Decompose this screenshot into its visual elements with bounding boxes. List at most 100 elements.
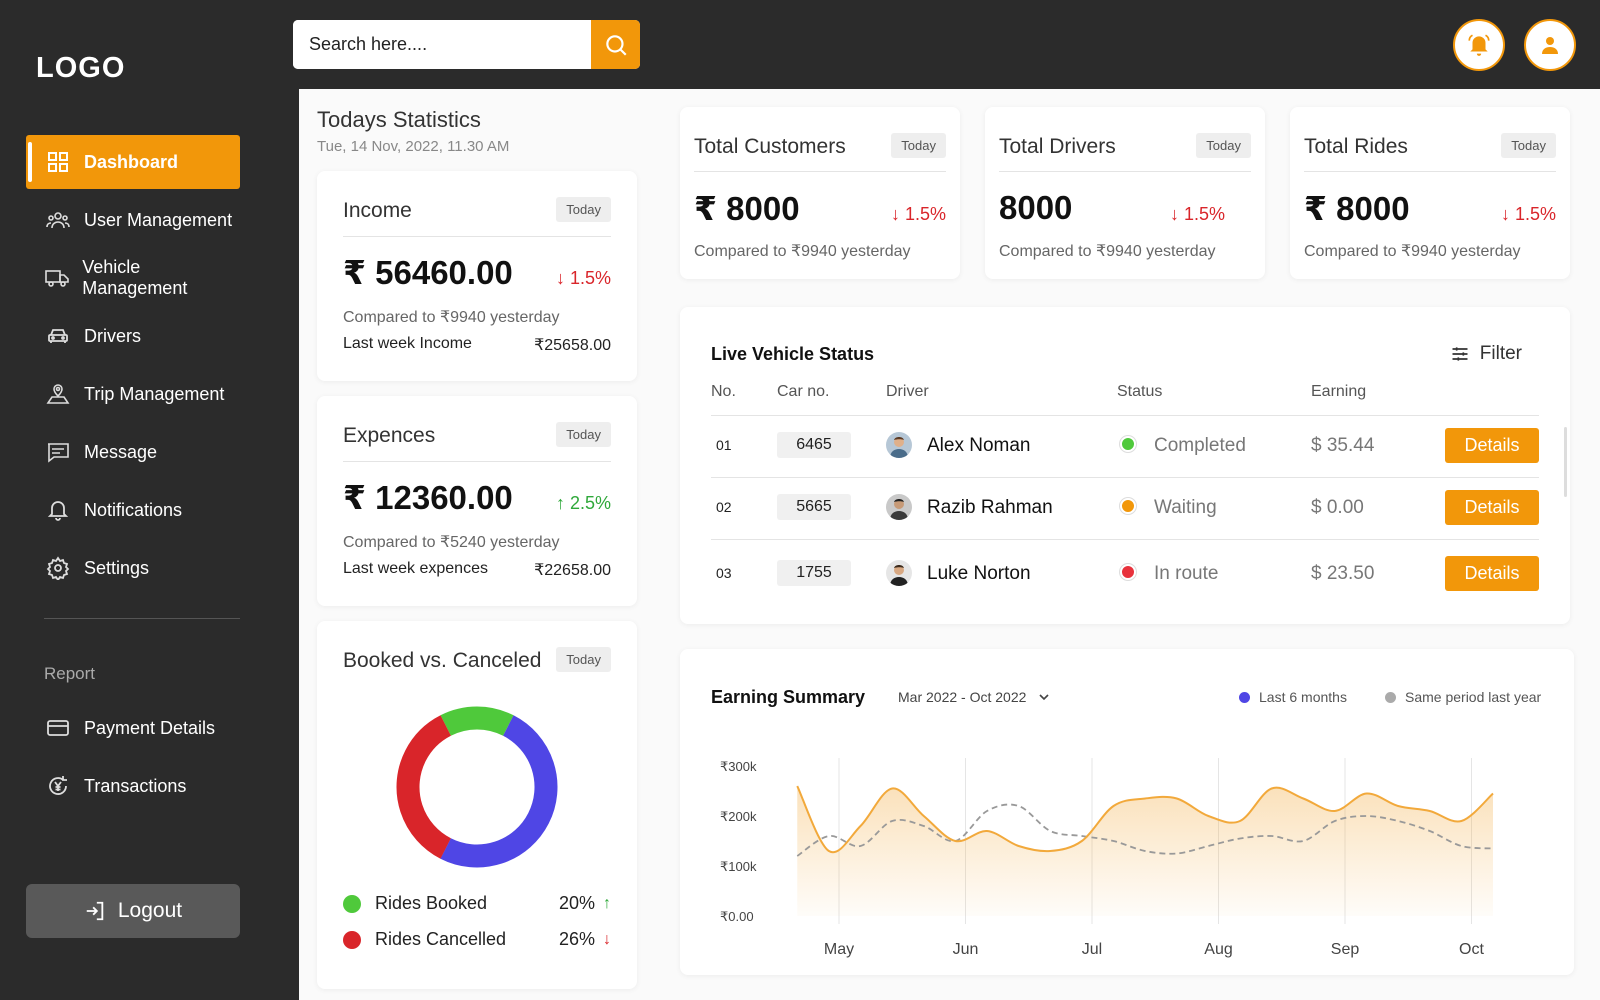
main-content: Todays Statistics Tue, 14 Nov, 2022, 11.… (299, 89, 1600, 1000)
booked-title: Booked vs. Canceled (343, 649, 542, 672)
user-icon (1542, 37, 1558, 54)
users-icon (44, 206, 72, 234)
status-dot (1120, 564, 1136, 580)
search-input[interactable] (293, 20, 591, 69)
kpi-badge: Today (1501, 133, 1556, 158)
x-tick-label: May (824, 941, 854, 958)
sidebar-item-payment-details[interactable]: Payment Details (26, 701, 240, 755)
earning-summary-card: Earning Summary Mar 2022 - Oct 2022 Last… (680, 649, 1574, 975)
card-divider (694, 171, 946, 172)
arrow-up-icon: ↑ (555, 493, 570, 513)
sidebar-item-user-management[interactable]: User Management (26, 193, 240, 247)
legend-rides-cancelled: Rides Cancelled 26% ↓ (343, 929, 611, 950)
kpi-card-drivers: Total Drivers Today 8000 ↓ 1.5% Compared… (985, 107, 1265, 279)
y-tick-label: ₹200k (720, 809, 757, 824)
y-tick-label: ₹100k (720, 859, 757, 874)
kpi-title: Total Rides (1304, 135, 1408, 158)
date-range-select[interactable]: Mar 2022 - Oct 2022 (898, 689, 1052, 705)
x-tick-label: Jul (1082, 941, 1102, 958)
legend-swatch (343, 894, 361, 913)
card-divider (999, 171, 1251, 172)
income-change: ↓ 1.5% (556, 268, 611, 289)
arrow-down-icon: ↓ (890, 204, 905, 224)
details-button[interactable]: Details (1445, 428, 1539, 463)
sidebar-item-drivers[interactable]: Drivers (26, 309, 240, 363)
kpi-value: 8000 (999, 189, 1073, 226)
profile-button[interactable] (1524, 19, 1576, 71)
scrollbar[interactable] (1564, 427, 1567, 497)
sidebar-item-label: Settings (84, 557, 150, 578)
sidebar-item-vehicle-management[interactable]: Vehicle Management (26, 251, 240, 305)
arrow-down-icon: ↓ (1500, 204, 1515, 224)
avatar (886, 432, 912, 463)
sidebar-divider (44, 618, 240, 619)
income-title: Income (343, 199, 412, 222)
table-row: 02 5665 Razib Rahman Waiting $ 0.00 Deta… (680, 477, 1570, 539)
vehicle-status-card: Live Vehicle Status Filter No. Car no. D… (680, 307, 1570, 624)
col-no: No. (711, 383, 736, 400)
sidebar-item-label: Payment Details (84, 717, 216, 738)
kpi-compare: Compared to ₹9940 yesterday (694, 243, 911, 260)
legend-label: Rides Booked (375, 893, 488, 913)
search-button[interactable] (591, 20, 640, 69)
earning-value: $ 0.00 (1311, 497, 1364, 518)
status-dot (1120, 498, 1136, 514)
legend-swatch (343, 930, 361, 949)
col-car-no: Car no. (777, 383, 830, 400)
arrow-down-icon: ↓ (1169, 204, 1184, 224)
kpi-value: ₹ 8000 (1304, 190, 1410, 227)
sidebar-item-settings[interactable]: Settings (26, 541, 240, 595)
transactions-icon (44, 772, 72, 800)
kpi-badge: Today (1196, 133, 1251, 158)
search-bar (293, 20, 640, 69)
legend-rides-booked: Rides Booked 20% ↑ (343, 893, 611, 914)
income-value: ₹ 56460.00 (343, 254, 513, 291)
legend-same-period: Same period last year (1385, 689, 1541, 705)
sidebar-item-label: Vehicle Management (82, 257, 188, 298)
filter-label: Filter (1479, 343, 1522, 364)
kpi-compare: Compared to ₹9940 yesterday (1304, 243, 1521, 260)
income-compare: Compared to ₹9940 yesterday (343, 309, 560, 326)
expenses-last-week-value: ₹22658.00 (534, 562, 611, 579)
legend-swatch (1239, 691, 1250, 703)
kpi-compare: Compared to ₹9940 yesterday (999, 243, 1216, 260)
details-button[interactable]: Details (1445, 556, 1539, 591)
income-badge: Today (556, 197, 611, 222)
logout-button[interactable]: Logout (26, 884, 240, 938)
car-number: 5665 (777, 494, 851, 520)
legend-value: 20% (558, 893, 595, 913)
filter-button[interactable]: Filter (1450, 343, 1522, 365)
booked-card: Booked vs. Canceled Today Rides Booked 2… (317, 621, 637, 989)
driver-name: Luke Norton (927, 563, 1031, 584)
search-icon (605, 34, 627, 56)
y-tick-label: ₹300k (720, 759, 757, 774)
sidebar: LOGO Dashboard User Management Vehicle M… (0, 0, 299, 1000)
sidebar-item-message[interactable]: Message (26, 425, 240, 479)
card-divider (343, 236, 611, 237)
notifications-button[interactable] (1453, 19, 1505, 71)
status-dot (1120, 436, 1136, 452)
gear-icon (44, 554, 72, 582)
sidebar-item-trip-management[interactable]: Trip Management (26, 367, 240, 421)
legend-value: 26% (558, 929, 595, 949)
sidebar-item-transactions[interactable]: Transactions (26, 759, 240, 813)
details-button[interactable]: Details (1445, 490, 1539, 525)
y-tick-label: ₹0.00 (720, 909, 754, 924)
income-last-week-value: ₹25658.00 (534, 337, 611, 354)
arrow-down-icon: ↓ (603, 930, 611, 948)
expenses-change-value: 2.5% (569, 493, 611, 513)
donut-segment-booked (396, 706, 558, 868)
booked-badge: Today (556, 647, 611, 672)
kpi-card-customers: Total Customers Today ₹ 8000 ↓ 1.5% Comp… (680, 107, 960, 279)
earning-value: $ 23.50 (1311, 563, 1375, 584)
sidebar-item-notifications[interactable]: Notifications (26, 483, 240, 537)
filter-icon (1452, 347, 1468, 361)
date-range-value: Mar 2022 - Oct 2022 (898, 689, 1027, 705)
car-number: 1755 (777, 560, 851, 586)
income-last-week-label: Last week Income (343, 335, 472, 352)
x-tick-label: Aug (1204, 941, 1232, 958)
kpi-change: ↓ 1.5% (1170, 204, 1225, 225)
stats-title: Todays Statistics (317, 107, 481, 132)
sidebar-item-dashboard[interactable]: Dashboard (26, 135, 240, 189)
kpi-badge: Today (891, 133, 946, 158)
